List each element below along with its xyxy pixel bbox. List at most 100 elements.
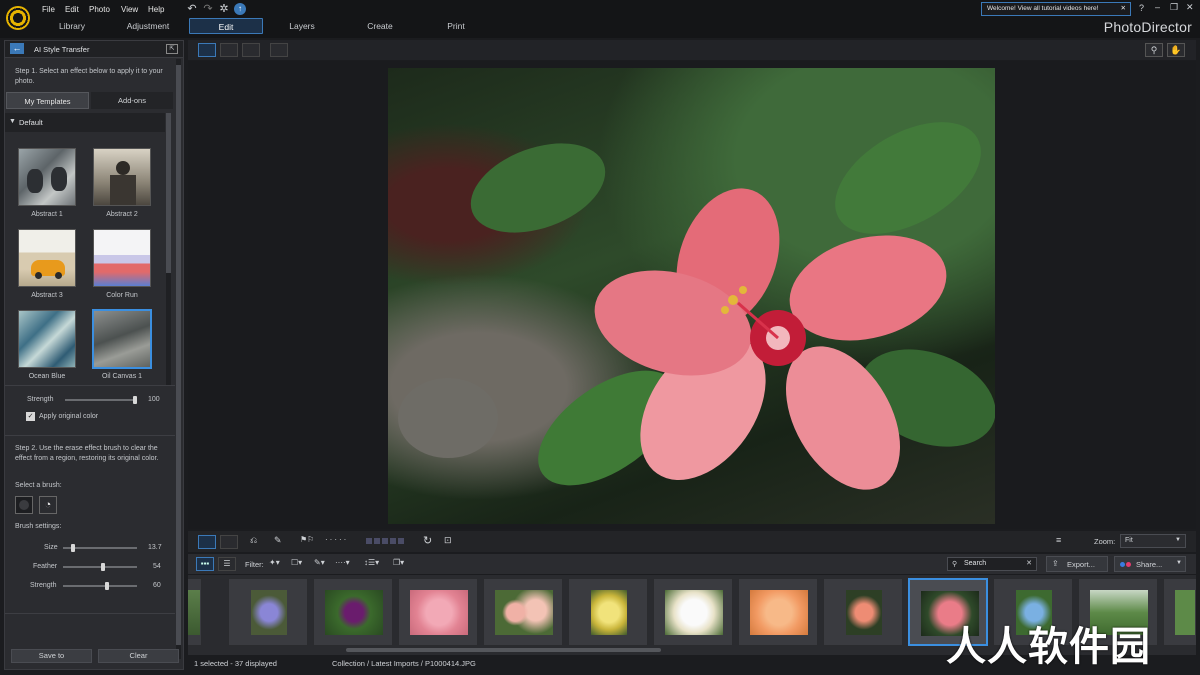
export-label: Export... (1067, 560, 1095, 569)
menu-edit[interactable]: Edit (65, 5, 79, 14)
select-brush-label: Select a brush: (15, 482, 62, 489)
zoom-tool-icon[interactable]: ⚲ (1145, 43, 1163, 57)
tutorial-banner[interactable]: Welcome! View all tutorial videos here! … (981, 2, 1131, 16)
export-button[interactable]: ⇪ Export... (1046, 556, 1108, 572)
undo-icon[interactable]: ↶ (186, 3, 198, 15)
filter-pen-icon[interactable]: ✎▾ (314, 558, 325, 567)
chevron-down-icon: ▼ (1175, 537, 1181, 543)
apply-original-checkbox[interactable]: ✓ (26, 412, 35, 421)
back-arrow-icon[interactable]: ← (10, 43, 24, 54)
film-thumb[interactable] (228, 578, 308, 646)
hibiscus-illustration (398, 122, 995, 490)
brush-default-icon[interactable] (15, 496, 33, 514)
strength-slider-knob[interactable] (133, 396, 137, 404)
color-labels-icon[interactable] (366, 538, 404, 544)
redo-icon[interactable]: ↷ (202, 3, 214, 15)
single-view-icon[interactable] (198, 535, 216, 549)
pen-tag-icon[interactable]: ✎ (274, 535, 282, 546)
save-to-button[interactable]: Save to (11, 649, 92, 663)
template-thumb-ocean-blue[interactable] (18, 310, 76, 368)
template-thumb-abstract-2[interactable] (93, 148, 151, 206)
upgrade-icon[interactable]: ↑ (234, 3, 246, 15)
panel-scrollbar[interactable] (176, 59, 181, 659)
minimize-icon[interactable]: – (1155, 2, 1160, 12)
brush-strength-slider-knob[interactable] (105, 582, 109, 590)
template-label: Oil Canvas 1 (101, 373, 143, 380)
film-thumb[interactable] (398, 578, 478, 646)
menu-view[interactable]: View (121, 5, 138, 14)
sort-list-icon[interactable]: ≡ (1056, 535, 1061, 545)
film-thumb[interactable] (483, 578, 563, 646)
tab-print[interactable]: Print (430, 18, 482, 34)
film-thumb[interactable] (823, 578, 903, 646)
rotate-history-icon[interactable]: ⎌ (250, 535, 257, 546)
template-thumb-color-run[interactable] (93, 229, 151, 287)
flag-icon[interactable]: ⚑⚐ (300, 535, 314, 544)
tab-adjustment[interactable]: Adjustment (118, 18, 178, 34)
crop-export-icon[interactable]: ⊡ (444, 535, 452, 546)
rating-dots-icon[interactable]: ····· (325, 535, 348, 544)
tab-edit[interactable]: Edit (189, 18, 263, 34)
tab-my-templates[interactable]: My Templates (6, 92, 89, 109)
brush-strength-value: 60 (153, 582, 161, 589)
film-thumb[interactable] (568, 578, 648, 646)
tab-layers[interactable]: Layers (276, 18, 328, 34)
film-thumb[interactable] (188, 578, 202, 646)
menu-help[interactable]: Help (148, 5, 164, 14)
tab-addons[interactable]: Add-ons (91, 92, 173, 109)
film-thumb[interactable] (313, 578, 393, 646)
strength-slider[interactable] (65, 396, 137, 404)
sort-icon[interactable]: ↕☰▾ (364, 558, 379, 567)
film-thumb[interactable] (1163, 578, 1196, 646)
close-window-icon[interactable]: ✕ (1186, 2, 1194, 13)
film-thumb[interactable] (738, 578, 818, 646)
template-thumb-abstract-1[interactable] (18, 148, 76, 206)
menu-photo[interactable]: Photo (89, 5, 110, 14)
strength-label: Strength (27, 396, 54, 403)
filter-rating-icon[interactable]: ····▾ (335, 558, 350, 567)
filter-frame-icon[interactable]: ☐▾ (291, 558, 302, 567)
tab-create[interactable]: Create (354, 18, 406, 34)
grid-view-icon[interactable] (242, 43, 260, 57)
restore-icon[interactable]: ❐ (1170, 2, 1178, 13)
panel-title: AI Style Transfer (34, 45, 90, 54)
rotate-icon[interactable]: ↻ (423, 534, 432, 547)
share-button[interactable]: Share... ▼ (1114, 556, 1186, 572)
panel-scrollbar-thumb[interactable] (176, 65, 181, 645)
feather-slider-knob[interactable] (100, 563, 105, 571)
filter-people-icon[interactable]: ✦▾ (269, 558, 280, 567)
zoom-select[interactable]: Fit ▼ (1120, 534, 1186, 548)
list-view-icon[interactable]: ☰ (218, 557, 236, 571)
templates-scrollbar[interactable] (166, 113, 171, 385)
search-input[interactable]: Search (964, 560, 986, 567)
film-thumb[interactable] (653, 578, 733, 646)
filmstrip-view-icon[interactable]: ▪▪▪ (196, 557, 214, 571)
tab-library[interactable]: Library (44, 18, 100, 34)
hand-tool-icon[interactable]: ✋ (1167, 43, 1185, 57)
brush-strength-slider[interactable] (63, 582, 137, 590)
dual-view-icon[interactable] (220, 535, 238, 549)
template-thumb-oil-canvas-1[interactable] (92, 309, 152, 369)
settings-gear-icon[interactable]: ✲ (218, 3, 230, 15)
scrollbar-thumb[interactable] (166, 113, 171, 273)
close-icon[interactable]: ✕ (1121, 3, 1126, 15)
filmstrip-scrollbar[interactable] (346, 648, 661, 652)
menu-file[interactable]: File (42, 5, 55, 14)
app-logo-icon (6, 6, 30, 30)
compare-view-icon[interactable] (220, 43, 238, 57)
eraser-brush-icon[interactable]: ◔ (39, 496, 57, 514)
search-box[interactable]: ⚲ Search ✕ (947, 557, 1037, 571)
full-view-icon[interactable] (198, 43, 216, 57)
size-slider-knob[interactable] (71, 544, 76, 552)
clear-button[interactable]: Clear (98, 649, 179, 663)
template-thumb-abstract-3[interactable] (18, 229, 76, 287)
detach-panel-icon[interactable]: ⇱ (166, 44, 178, 54)
clear-search-icon[interactable]: ✕ (1026, 559, 1032, 567)
stack-icon[interactable]: ❐▾ (393, 558, 404, 567)
photo-hibiscus[interactable] (388, 68, 995, 524)
size-slider[interactable] (63, 544, 137, 552)
help-icon[interactable]: ? (1139, 3, 1144, 13)
group-header-default[interactable]: ▼ Default (5, 113, 165, 132)
second-display-icon[interactable] (270, 43, 288, 57)
feather-slider[interactable] (63, 563, 137, 571)
